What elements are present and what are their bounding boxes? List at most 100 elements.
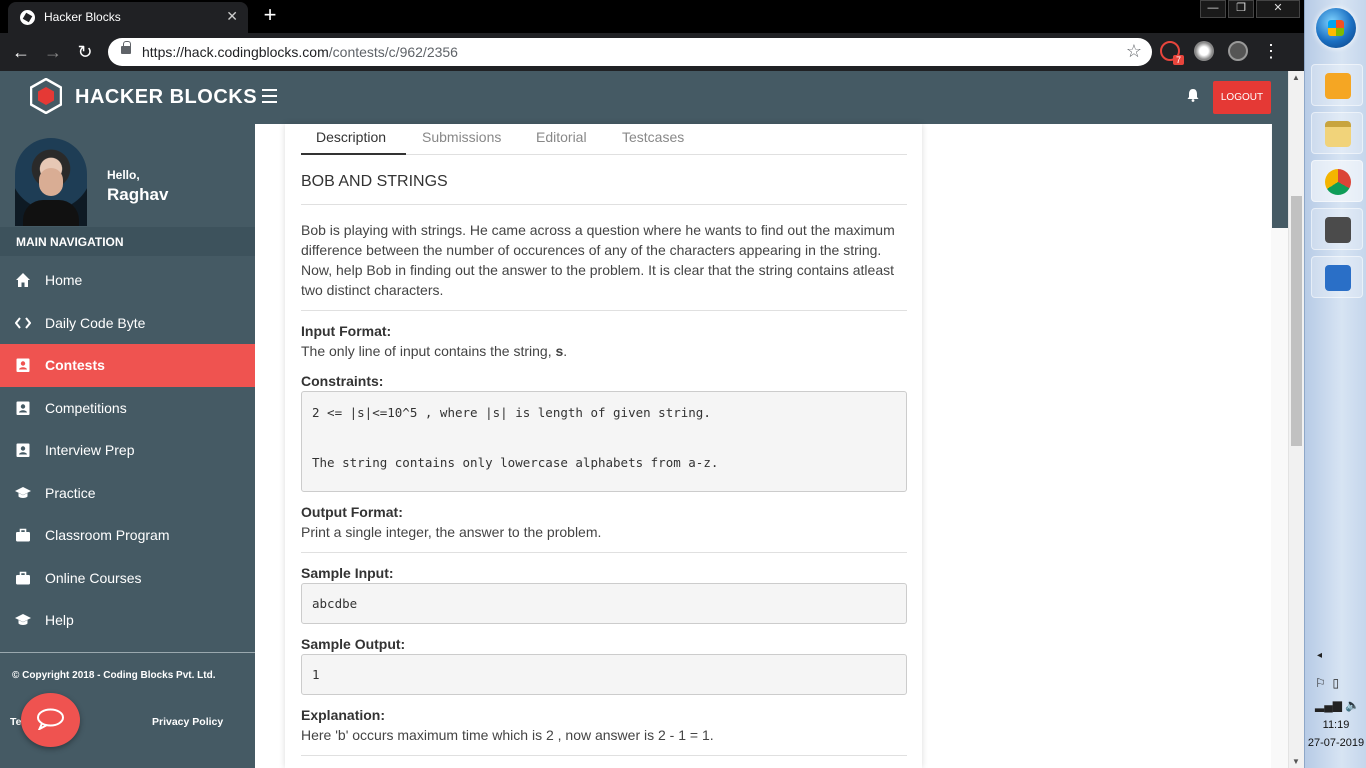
sidebar: Hello, Raghav MAIN NAVIGATION Home Daily… [0,124,255,768]
sidebar-item-label: Online Courses [45,569,142,586]
logout-button[interactable]: LOGOUT [1213,81,1271,114]
chrome-icon [1325,169,1351,195]
url-host: https://hack.codingblocks.com [142,44,329,60]
graduation-cap-icon [15,486,31,498]
battery-icon[interactable]: ▯ [1332,676,1339,690]
scroll-up-arrow-icon[interactable]: ▲ [1292,73,1300,82]
tray-expand-icon[interactable]: ◂ [1317,650,1322,661]
scrollbar-thumb[interactable] [1291,196,1302,446]
extensions-bar: 7 ⋮ [1160,41,1280,65]
problem-tabs: Description Submissions Editorial Testca… [301,124,907,155]
clock-time[interactable]: 11:19 [1305,719,1366,731]
divider [301,204,907,205]
network-icon[interactable]: ▂▄▆ [1315,698,1342,712]
tab-description[interactable]: Description [316,129,386,145]
taskbar-media-player[interactable] [1311,64,1363,106]
avatar-body [23,200,79,226]
output-format-text: Print a single integer, the answer to th… [301,524,602,540]
sidebar-item-label: Home [45,272,83,288]
tab-editorial[interactable]: Editorial [536,129,587,145]
problem-description: Bob is playing with strings. He came acr… [301,222,895,298]
constraints-label: Constraints: [301,373,384,389]
taskbar-file-explorer[interactable] [1311,112,1363,154]
scroll-down-arrow-icon[interactable]: ▼ [1292,757,1300,766]
clock-date[interactable]: 27-07-2019 [1305,737,1366,749]
sidebar-item-classroom-program[interactable]: Classroom Program [0,514,255,557]
sidebar-item-label: Help [45,612,74,628]
tab-testcases[interactable]: Testcases [622,129,684,145]
sublime-text-icon [1325,217,1351,243]
tab-submissions[interactable]: Submissions [422,129,501,145]
sidebar-item-home[interactable]: Home [0,259,255,302]
new-tab-button[interactable]: + [258,4,282,28]
sidebar-item-label: Contests [45,357,105,373]
media-player-icon [1325,73,1351,99]
taskbar-sublime-text[interactable] [1311,208,1363,250]
address-bar[interactable]: https://hack.codingblocks.com/contests/c… [108,38,1152,66]
notification-bell-icon[interactable] [1186,88,1200,102]
chat-support-button[interactable] [21,693,80,747]
url-text[interactable]: https://hack.codingblocks.com/contests/c… [142,44,458,60]
output-format-label: Output Format: [301,504,403,520]
reload-icon[interactable]: ↻ [74,41,96,63]
sample-input-box: abcdbe [301,583,907,624]
nav-heading-bar: MAIN NAVIGATION [0,227,255,256]
extension-record-icon[interactable] [1194,41,1214,61]
contact-badge-icon [16,443,30,457]
flag-icon[interactable]: ⚐ [1315,676,1326,690]
folder-icon [1325,121,1351,147]
extension-badge: 7 [1172,55,1184,65]
browser-menu-icon[interactable]: ⋮ [1262,41,1280,61]
system-tray: ⚐ ▯ ▂▄▆ 🔈 [1315,672,1360,716]
tab-strip: Hacker Blocks ✕ + — ❐ ✕ [0,0,1304,33]
brand-name[interactable]: HACKER BLOCKS [75,86,257,109]
input-format-text: The only line of input contains the stri… [301,343,567,359]
extension-adblock-icon[interactable]: 7 [1160,41,1184,65]
sidebar-item-online-courses[interactable]: Online Courses [0,557,255,600]
forward-arrow-icon[interactable]: → [42,41,64,63]
sidebar-item-label: Classroom Program [45,527,170,543]
close-tab-icon[interactable]: ✕ [226,8,238,25]
sidebar-item-interview-prep[interactable]: Interview Prep [0,429,255,472]
window-controls: — ❐ ✕ [1198,0,1300,18]
sidebar-item-competitions[interactable]: Competitions [0,387,255,430]
problem-title: BOB AND STRINGS [301,173,448,190]
hamburger-menu-icon[interactable] [262,89,277,103]
main-navigation: Home Daily Code Byte Contests Competitio… [0,259,255,642]
sidebar-item-daily-code-byte[interactable]: Daily Code Byte [0,302,255,345]
sample-output-box: 1 [301,654,907,695]
taskbar-chrome[interactable] [1311,160,1363,202]
contact-badge-icon [16,358,30,372]
page-scrollbar[interactable]: ▲ ▼ [1288,71,1304,768]
divider [301,310,907,311]
url-path: /contests/c/962/2356 [328,44,458,60]
bookmark-star-icon[interactable]: ☆ [1126,41,1142,62]
powershell-icon [1325,265,1351,291]
minimize-button[interactable]: — [1200,0,1226,18]
profile-avatar-icon[interactable] [1228,41,1248,61]
avatar[interactable] [15,138,87,226]
privacy-policy-link[interactable]: Privacy Policy [152,716,223,728]
start-button[interactable] [1316,8,1356,48]
input-format-body: The only line of input contains the stri… [301,343,556,359]
tab-title: Hacker Blocks [44,10,121,24]
explanation-label: Explanation: [301,707,386,723]
briefcase-icon [16,528,30,542]
constraint-line: 2 <= |s|<=10^5 , where |s| is length of … [312,405,711,420]
briefcase-icon [16,571,30,584]
header-edge-strip [1272,124,1288,228]
sample-output-label: Sample Output: [301,636,406,652]
sidebar-item-label: Practice [45,484,96,501]
sidebar-item-label: Daily Code Byte [45,314,146,331]
sidebar-item-contests[interactable]: Contests [0,344,255,387]
taskbar-powershell[interactable] [1311,256,1363,298]
volume-icon[interactable]: 🔈 [1345,698,1360,712]
sidebar-item-practice[interactable]: Practice [0,472,255,515]
maximize-button[interactable]: ❐ [1228,0,1254,18]
back-arrow-icon[interactable]: ← [10,41,32,63]
lock-icon [121,41,131,54]
sidebar-item-help[interactable]: Help [0,599,255,642]
browser-tab[interactable]: Hacker Blocks ✕ [8,2,248,33]
hacker-blocks-logo-icon[interactable] [30,78,62,114]
close-window-button[interactable]: ✕ [1256,0,1300,18]
